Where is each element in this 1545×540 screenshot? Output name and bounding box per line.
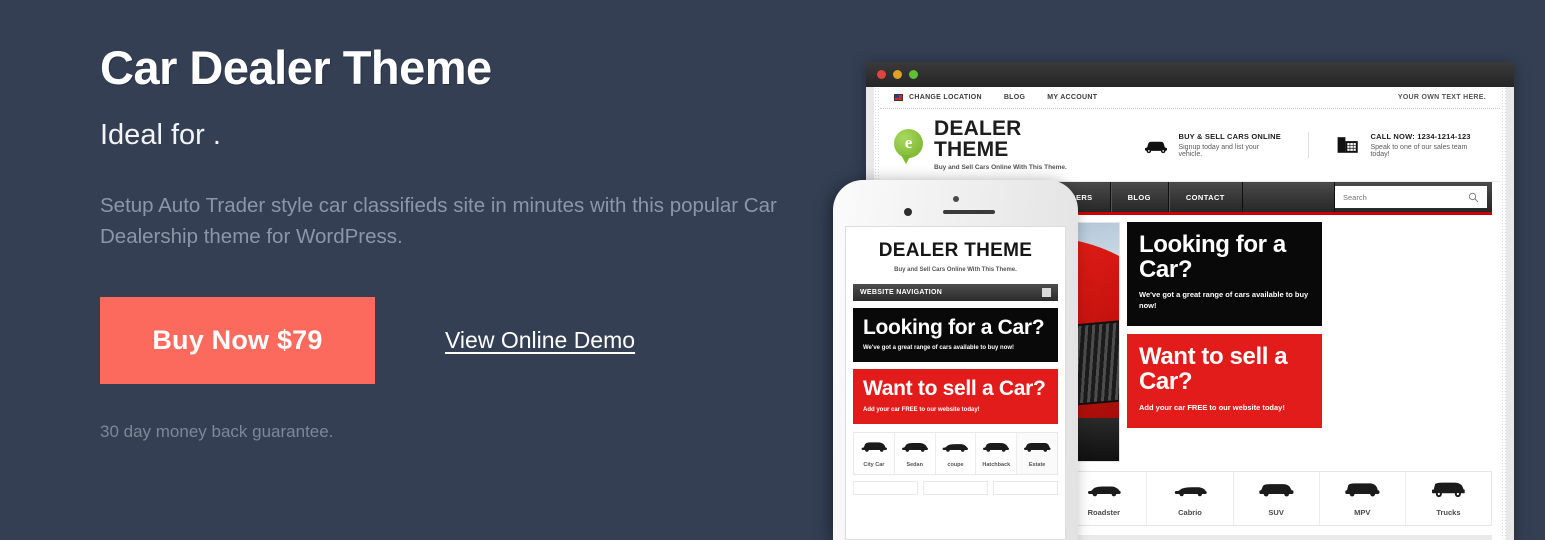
phone-placeholder-row xyxy=(853,480,1058,495)
phone-placeholder-block xyxy=(993,480,1058,495)
cta-heading-1: Looking for a Car? xyxy=(1139,231,1286,283)
nav-item-contact[interactable]: CONTACT xyxy=(1169,182,1243,212)
cta-heading-2: Want to sell a Car? xyxy=(1139,343,1288,395)
site-brand-name: DEALER THEME xyxy=(934,117,1022,161)
phone-brand-name: DEALER THEME xyxy=(878,240,1033,261)
phone-placeholder-block xyxy=(853,480,918,495)
phone-category-label: Estate xyxy=(1028,461,1046,468)
cta-subtext-1: We've got a great range of cars availabl… xyxy=(1139,290,1309,311)
hamburger-menu-icon[interactable] xyxy=(1042,288,1051,297)
phone-category-strip: City Car Sedan coupe Hatchback Estate xyxy=(853,431,1058,475)
header-info-title-2: CALL NOW: 1234-1214-123 xyxy=(1370,131,1471,141)
cta-column: Looking for a Car? We've got a great ran… xyxy=(1127,222,1322,462)
phone-nav-label: WEBSITE NAVIGATION xyxy=(860,289,943,296)
util-link-blog[interactable]: BLOG xyxy=(1004,94,1025,101)
phone-brand-tagline: Buy and Sell Cars Online With This Theme… xyxy=(894,267,1017,273)
category-label: Trucks xyxy=(1436,508,1461,517)
brand-text: DEALER THEME Buy and Sell Cars Online Wi… xyxy=(934,118,1099,171)
page-title: Car Dealer Theme xyxy=(100,41,492,94)
category-label: Cabrio xyxy=(1178,508,1202,517)
phone-speaker-icon xyxy=(943,210,996,214)
phone-category-label: Sedan xyxy=(906,461,923,468)
phone-screen: DEALER THEME Buy and Sell Cars Online Wi… xyxy=(845,226,1066,540)
site-search-box[interactable] xyxy=(1335,186,1487,208)
phone-cta-subtext-2: Add your car FREE to our website today! xyxy=(863,406,980,413)
view-online-demo-link[interactable]: View Online Demo xyxy=(445,327,635,354)
minimize-window-dot[interactable] xyxy=(893,70,902,79)
buy-now-button[interactable]: Buy Now $79 xyxy=(100,297,375,385)
phone-sensor-icon xyxy=(904,208,913,216)
coupe-icon xyxy=(943,443,969,452)
phone-mockup: DEALER THEME Buy and Sell Cars Online Wi… xyxy=(833,180,1078,540)
util-link-my-account[interactable]: MY ACCOUNT xyxy=(1047,94,1097,101)
roadster-icon xyxy=(1087,486,1121,497)
phone-category-coupe[interactable]: coupe xyxy=(936,432,977,474)
mpv-icon xyxy=(1345,483,1380,497)
suv-icon xyxy=(1259,484,1294,497)
trucks-icon xyxy=(1432,482,1466,498)
search-icon[interactable] xyxy=(1468,192,1479,203)
phone-category-sedan[interactable]: Sedan xyxy=(895,432,936,474)
sedan-icon xyxy=(901,442,928,452)
site-header: e DEALER THEME Buy and Sell Cars Online … xyxy=(880,109,1500,182)
site-brand-tagline: Buy and Sell Cars Online With This Theme… xyxy=(934,164,1067,171)
search-input[interactable] xyxy=(1343,192,1468,202)
phone-cta-heading-1: Looking for a Car? xyxy=(863,316,1045,339)
promo-column: Car Dealer Theme Ideal for . Setup Auto … xyxy=(100,44,800,442)
cta-box-looking-for-car[interactable]: Looking for a Car? We've got a great ran… xyxy=(1127,222,1322,327)
phone-cta-sell-car[interactable]: Want to sell a Car? Add your car FREE to… xyxy=(853,369,1058,424)
money-back-guarantee-text: 30 day money back guarantee. xyxy=(100,422,334,442)
close-window-dot[interactable] xyxy=(877,70,886,79)
phone-category-city-car[interactable]: City Car xyxy=(854,432,895,474)
header-info-call-now: CALL NOW: 1234-1214-123 Speak to one of … xyxy=(1308,131,1486,158)
phone-navigation-bar[interactable]: WEBSITE NAVIGATION xyxy=(853,284,1058,301)
cabrio-icon xyxy=(1174,487,1207,497)
category-mpv[interactable]: MPV xyxy=(1320,472,1406,525)
category-cabrio[interactable]: Cabrio xyxy=(1147,472,1234,525)
fax-icon xyxy=(1338,136,1359,153)
category-label: MPV xyxy=(1354,508,1371,517)
browser-title-bar xyxy=(866,62,1514,87)
promo-subtitle: Ideal for . xyxy=(100,119,221,151)
util-link-change-location[interactable]: CHANGE LOCATION xyxy=(909,94,982,101)
flag-icon xyxy=(894,94,903,101)
category-suv[interactable]: SUV xyxy=(1234,472,1320,525)
phone-camera-icon xyxy=(952,196,959,202)
site-utility-bar: CHANGE LOCATION BLOG MY ACCOUNT YOUR OWN… xyxy=(880,87,1500,109)
header-info-sub-1: Signup today and list your vehicle. xyxy=(1178,143,1260,158)
phone-category-estate[interactable]: Estate xyxy=(1017,432,1057,474)
cta-row: Buy Now $79 View Online Demo xyxy=(100,297,800,385)
logo-tail xyxy=(901,154,911,164)
header-info-sub-2: Speak to one of our sales team today! xyxy=(1370,143,1468,158)
promo-description: Setup Auto Trader style car classifieds … xyxy=(100,193,777,249)
nav-spacer xyxy=(1243,182,1335,212)
city-car-icon xyxy=(861,442,887,452)
car-icon xyxy=(1145,141,1168,153)
logo-letter: e xyxy=(894,128,923,158)
hatchback-icon xyxy=(983,442,1010,452)
cta-subtext-2: Add your car FREE to our website today! xyxy=(1139,402,1285,412)
phone-category-label: City Car xyxy=(863,461,885,468)
category-label: SUV xyxy=(1268,508,1284,517)
phone-cta-looking-for-car[interactable]: Looking for a Car? We've got a great ran… xyxy=(853,308,1058,363)
header-info-title-1: BUY & SELL CARS ONLINE xyxy=(1178,131,1281,141)
phone-category-label: Hatchback xyxy=(982,461,1011,468)
cta-box-sell-car[interactable]: Want to sell a Car? Add your car FREE to… xyxy=(1127,334,1322,428)
speech-bubble-logo-icon: e xyxy=(894,128,924,164)
phone-cta-heading-2: Want to sell a Car? xyxy=(863,377,1046,401)
nav-item-blog[interactable]: BLOG xyxy=(1111,182,1169,212)
phone-cta-subtext-1: We've got a great range of cars availabl… xyxy=(863,345,1015,352)
estate-icon xyxy=(1024,442,1051,452)
phone-category-hatchback[interactable]: Hatchback xyxy=(976,432,1018,474)
phone-placeholder-block xyxy=(923,480,988,495)
phone-category-label: coupe xyxy=(947,461,964,468)
maximize-window-dot[interactable] xyxy=(909,70,918,79)
header-info-buy-sell: BUY & SELL CARS ONLINE Signup today and … xyxy=(1143,132,1282,158)
category-trucks[interactable]: Trucks xyxy=(1406,472,1491,525)
util-right-text: YOUR OWN TEXT HERE. xyxy=(1397,94,1486,101)
